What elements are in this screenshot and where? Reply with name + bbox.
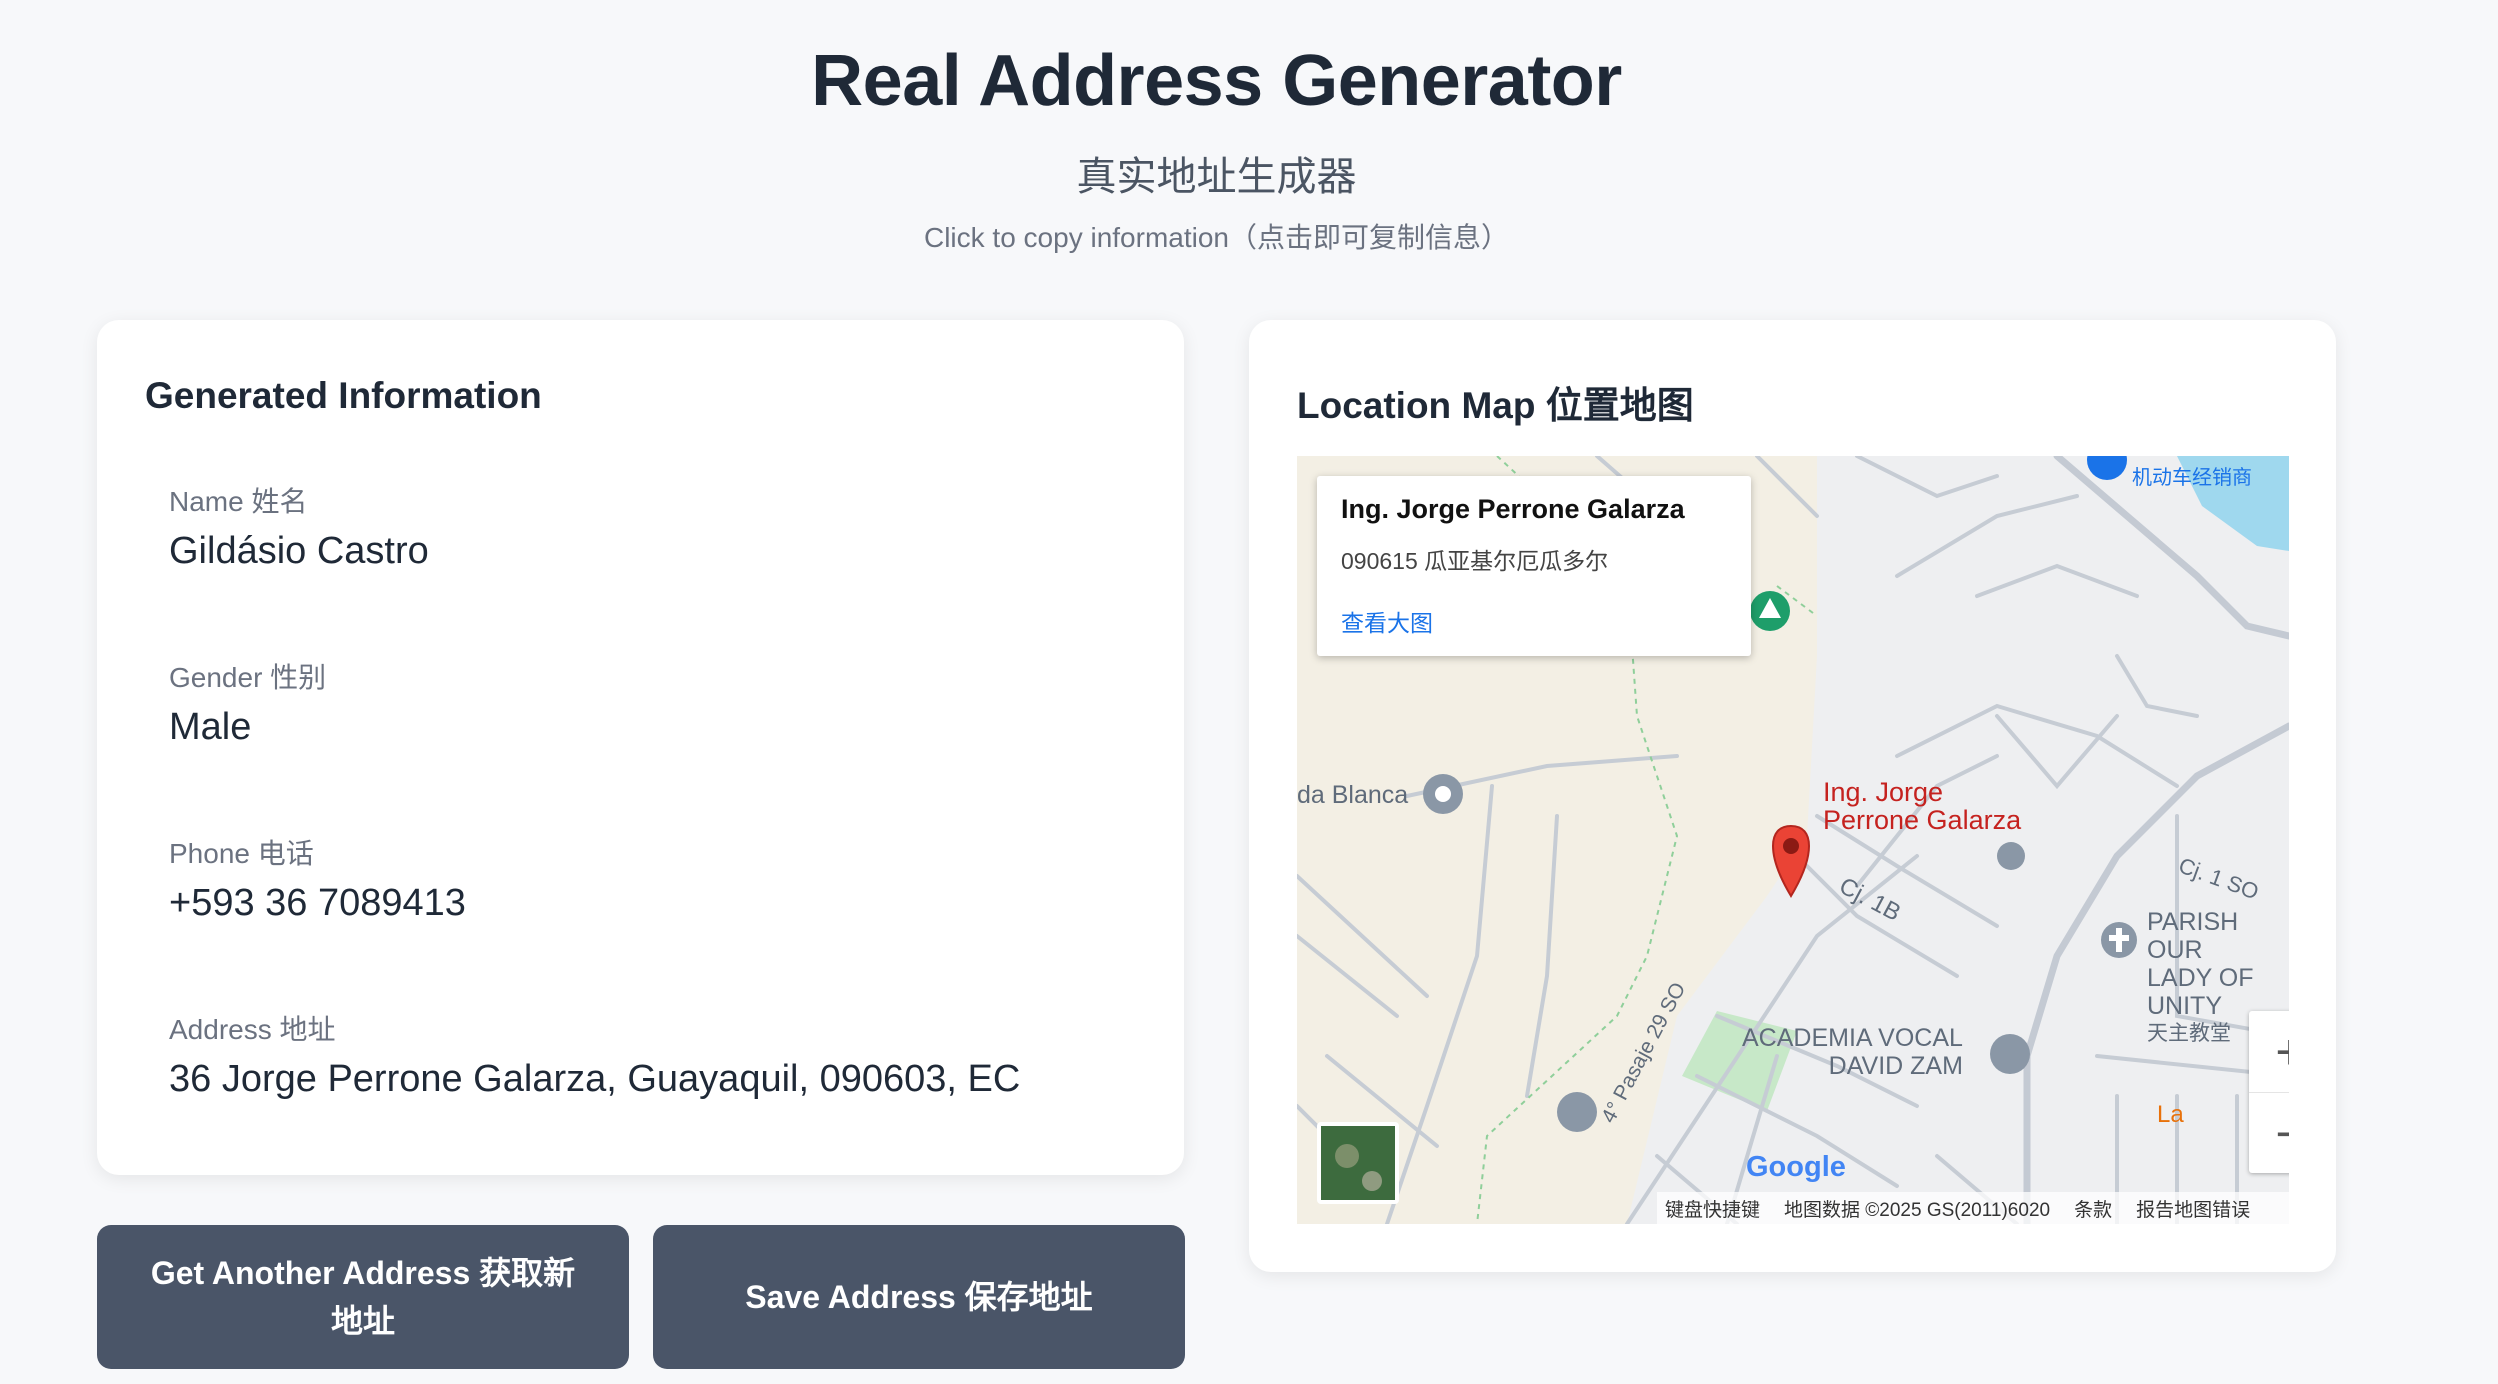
phone-value[interactable]: +593 36 7089413 [169,882,466,925]
map-pin-label: Ing. Jorge Perrone Galarza [1823,778,2021,834]
zoom-in-button[interactable]: + [2249,1011,2289,1093]
poi-academia-line1: ACADEMIA VOCAL [1742,1024,1963,1052]
name-value[interactable]: Gildásio Castro [169,530,429,573]
copy-hint: Click to copy information（点击即可复制信息） [923,222,1509,253]
keyboard-shortcuts-link[interactable]: 键盘快捷键 [1665,1195,1760,1222]
name-label: Name 姓名 [169,486,308,517]
popup-title: Ing. Jorge Perrone Galarza [1341,494,1685,524]
page-title: Real Address Generator [811,41,1622,121]
poi-parish-line1: PARISH OUR [2147,908,2239,964]
gender-field[interactable]: Gender 性别 Male [169,656,326,749]
zoom-controls: + − [2249,1011,2289,1173]
poi-academia-line2: DAVID ZAM [1828,1052,1963,1080]
map-data-attribution: 地图数据 ©2025 GS(2011)6020 [1784,1199,2051,1221]
page-subtitle: 真实地址生成器 [1076,155,1357,199]
map-view[interactable]: da Blanca 机动车经销商 Ing. Jorge Perrone Gala… [1297,456,2289,1224]
address-value[interactable]: 36 Jorge Perrone Galarza, Guayaquil, 090… [169,1058,1020,1101]
map-label-blanca: da Blanca [1297,781,1409,809]
name-field[interactable]: Name 姓名 Gildásio Castro [169,480,429,573]
address-label: Address 地址 [169,1014,336,1045]
popup-address: 090615 瓜亚基尔厄瓜多尔 [1341,548,1609,574]
phone-field[interactable]: Phone 电话 +593 36 7089413 [169,832,466,925]
map-info-popup: Ing. Jorge Perrone Galarza 090615 瓜亚基尔厄瓜… [1317,476,1751,656]
terms-link[interactable]: 条款 [2074,1195,2112,1222]
zoom-out-button[interactable]: − [2249,1093,2289,1174]
satellite-toggle-button[interactable] [1317,1122,1399,1204]
info-card-title: Generated Information [145,375,542,416]
gender-value[interactable]: Male [169,706,326,749]
gender-label: Gender 性别 [169,662,327,693]
pin-label-line1: Ing. Jorge [1823,777,1944,807]
address-field[interactable]: Address 地址 36 Jorge Perrone Galarza, Gua… [169,1008,1020,1101]
save-address-button[interactable]: Save Address 保存地址 [653,1225,1185,1369]
map-card-title: Location Map 位置地图 [1297,385,1694,426]
pin-label-line2: Perrone Galarza [1823,805,2022,835]
google-logo: Google [1746,1151,1846,1183]
phone-label: Phone 电话 [169,838,314,869]
view-larger-map-link[interactable]: 查看大图 [1341,604,1433,638]
get-another-address-button[interactable]: Get Another Address 获取新地址 [97,1225,629,1369]
poi-academia: ACADEMIA VOCAL DAVID ZAM [1742,1024,1963,1080]
map-label-dealer: 机动车经销商 [2132,467,2252,489]
map-footer: 键盘快捷键 地图数据 ©2025 GS(2011)6020 条款 报告地图错误 [1657,1192,2289,1224]
report-map-error-link[interactable]: 报告地图错误 [2136,1195,2250,1222]
map-label-la: La [2157,1101,2184,1128]
generated-info-card: Generated Information Name 姓名 Gildásio C… [97,320,1184,1175]
